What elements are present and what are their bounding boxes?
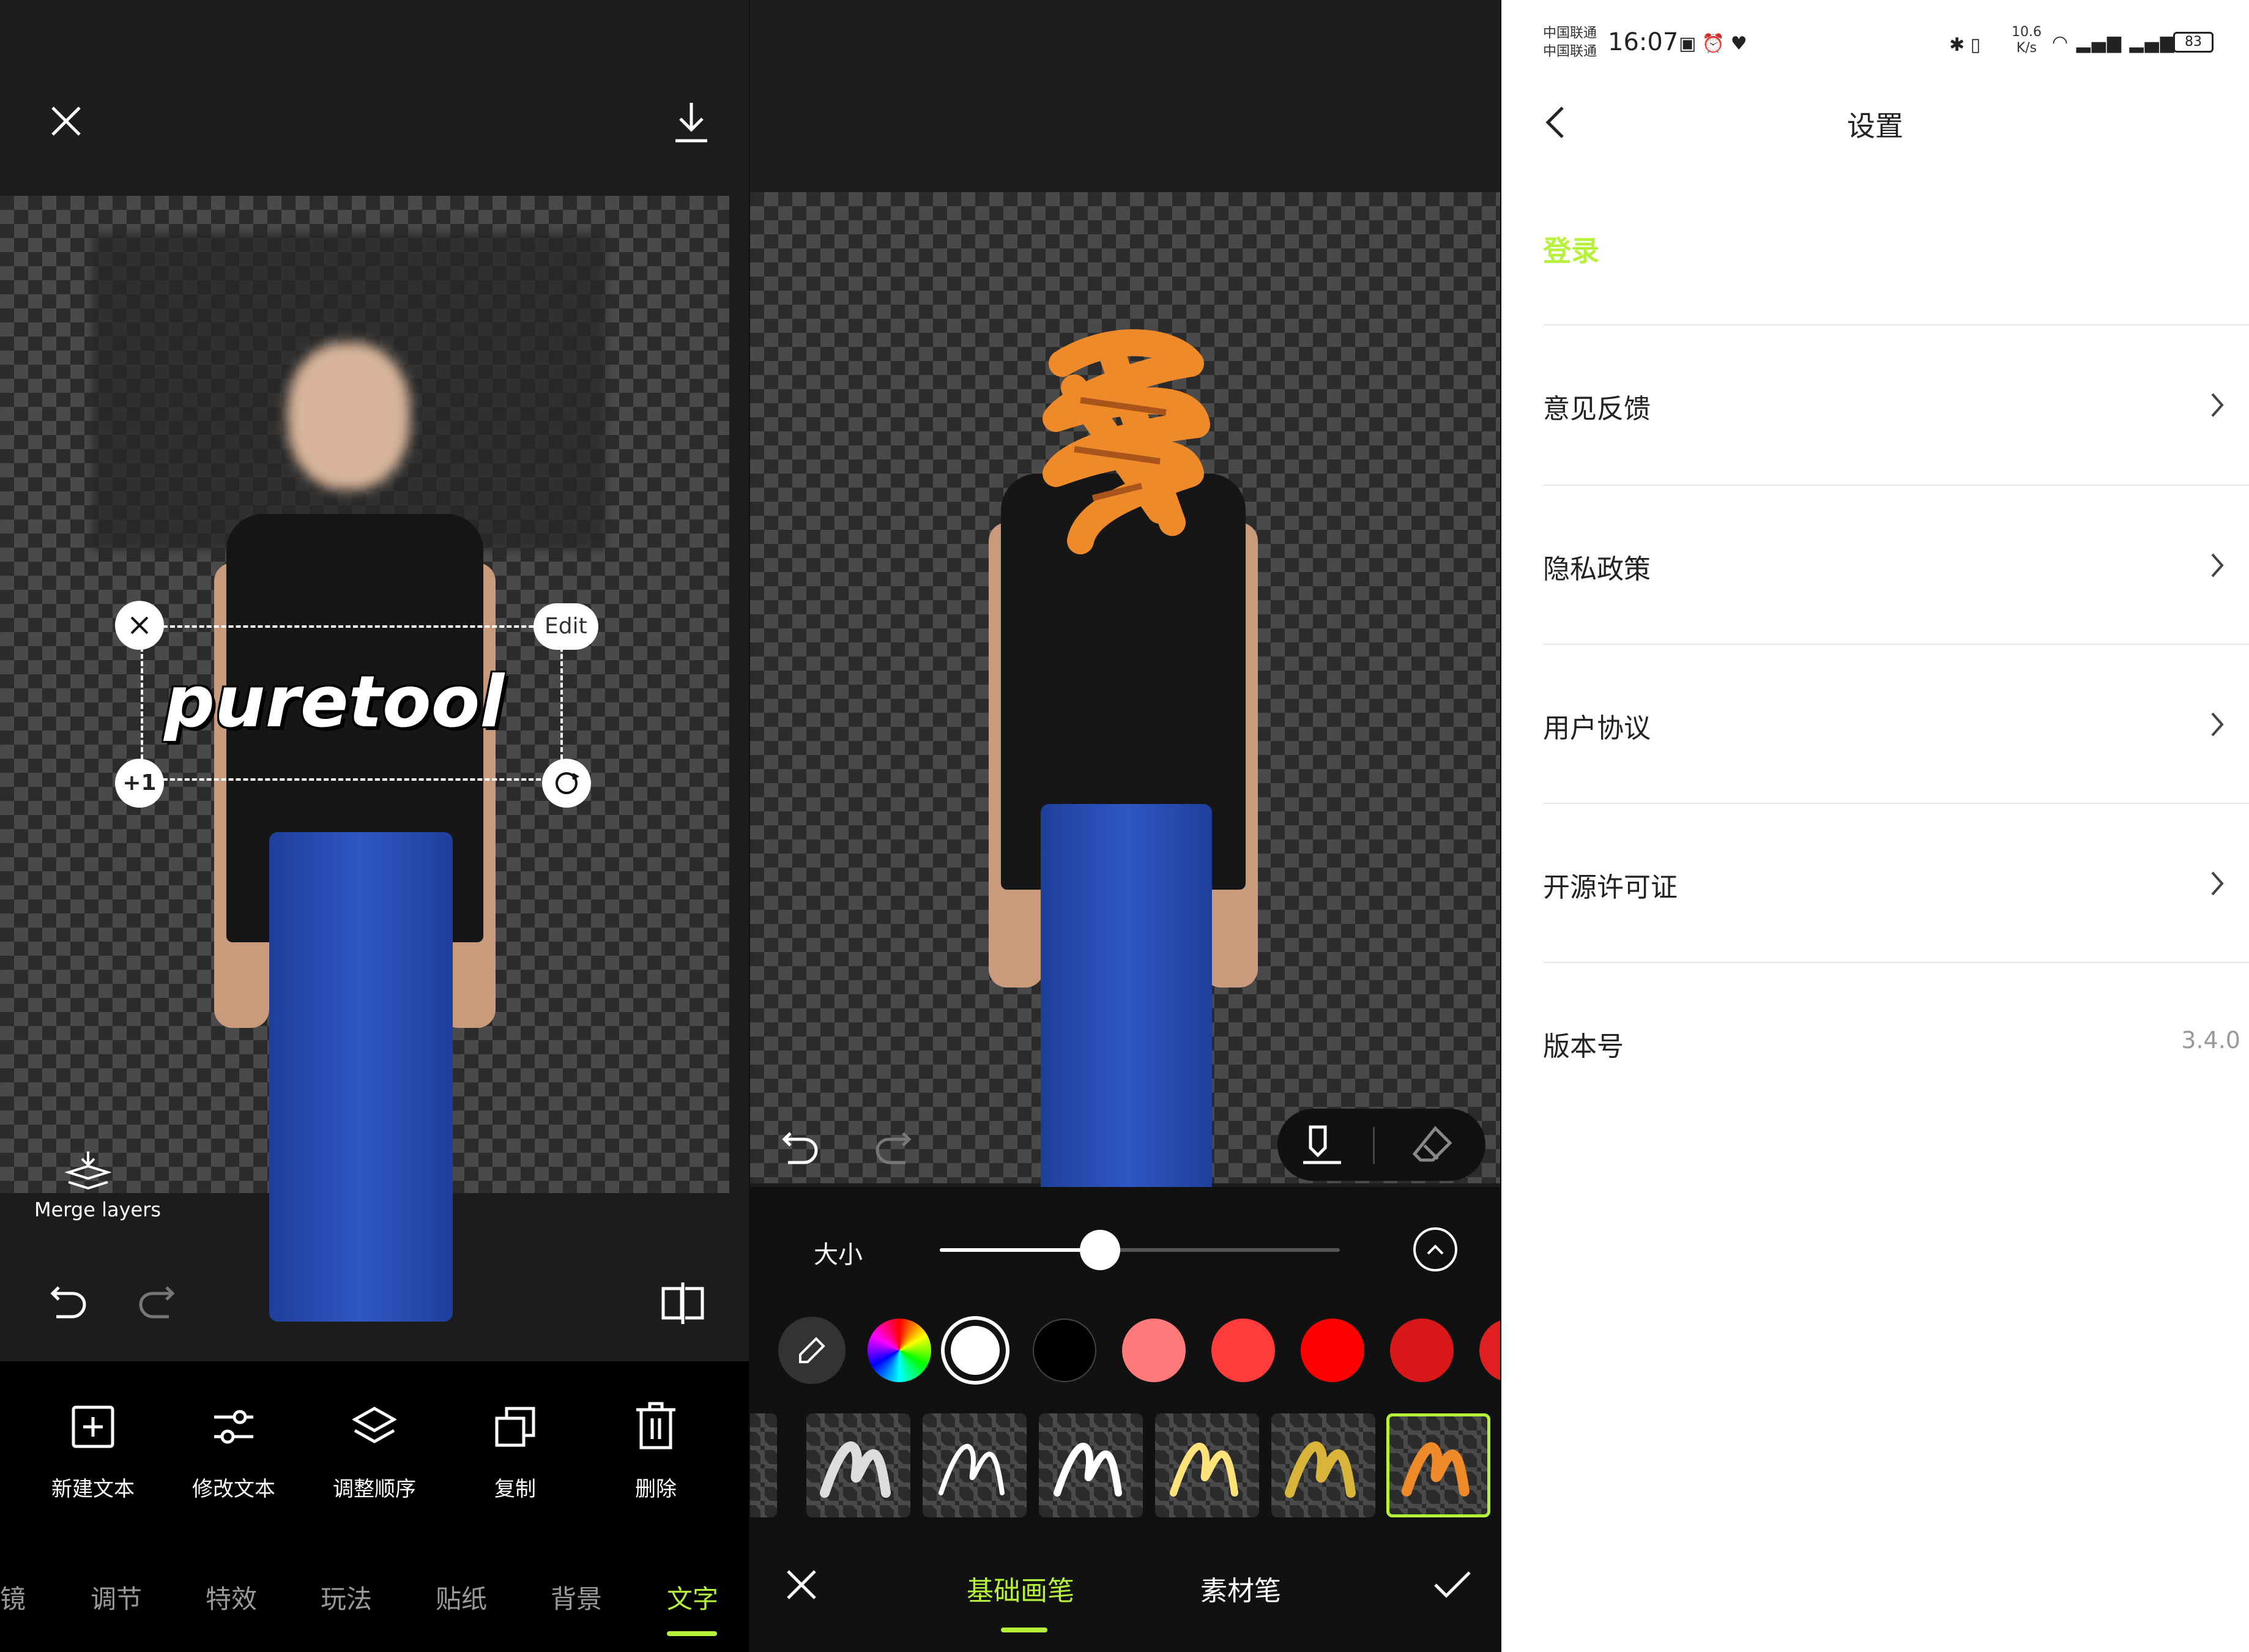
item-label: 用户协议 (1543, 713, 1651, 744)
tool-label-new-text: 新建文本 (51, 1477, 135, 1501)
brush-panel: 大小 基础画笔 素材笔 (750, 0, 1500, 1652)
settings-item-licenses[interactable]: 开源许可证 (1501, 804, 2249, 963)
duplicate-handle[interactable]: +1 (115, 759, 164, 808)
redo-icon[interactable] (138, 1285, 175, 1319)
version-label: 版本号 (1543, 1031, 1624, 1062)
tool-label-delete: 删除 (635, 1477, 677, 1501)
canvas[interactable] (750, 192, 1500, 1306)
color-swatch-dark-red[interactable] (1390, 1319, 1454, 1382)
merge-layers-icon[interactable] (65, 1150, 111, 1193)
tab-text[interactable]: 文字 (667, 1579, 718, 1616)
status-notification-icons: ▣ ⏰ ♥ (1679, 33, 1747, 54)
canvas-text[interactable]: puretool (164, 661, 504, 743)
item-label: 开源许可证 (1543, 872, 1678, 903)
item-label: 隐私政策 (1543, 554, 1651, 585)
tab-stickers[interactable]: 贴纸 (436, 1579, 487, 1616)
status-carriers: 中国联通 中国联通 (1543, 24, 1597, 61)
brush-style-4[interactable] (1155, 1413, 1259, 1517)
merge-layers-label: Merge layers (34, 1198, 162, 1221)
remove-text-handle[interactable] (115, 601, 164, 650)
rotate-handle[interactable] (542, 759, 591, 808)
brush-style-6-selected[interactable] (1386, 1413, 1490, 1517)
login-link[interactable]: 登录 (1543, 229, 1599, 269)
tool-label-edit-text: 修改文本 (192, 1477, 275, 1501)
settings-item-agreement[interactable]: 用户协议 (1501, 645, 2249, 804)
color-swatch-red[interactable] (1301, 1319, 1364, 1382)
chevron-right-icon (2211, 871, 2224, 896)
tool-label-order: 调整顺序 (333, 1477, 416, 1501)
brush-scribble (1043, 329, 1210, 554)
chevron-right-icon (2211, 712, 2224, 737)
color-swatch-pink[interactable] (1122, 1319, 1186, 1382)
rotate-icon (556, 772, 580, 794)
battery-icon: 83 (2173, 32, 2214, 53)
confirm-icon[interactable] (1433, 1568, 1472, 1602)
trash-icon[interactable] (634, 1401, 678, 1450)
tab-filter[interactable]: 镜 (0, 1579, 26, 1616)
color-swatch-white-selected[interactable] (945, 1320, 1006, 1381)
size-label: 大小 (814, 1241, 863, 1269)
tab-effects[interactable]: 特效 (206, 1579, 257, 1616)
cancel-icon[interactable] (784, 1568, 819, 1602)
speed-unit: K/s (2016, 40, 2037, 56)
status-time: 16:07 (1608, 28, 1679, 56)
settings-item-feedback[interactable]: 意见反馈 (1501, 326, 2249, 485)
eyedropper-icon (799, 1337, 825, 1363)
close-icon[interactable] (49, 104, 83, 138)
settings-item-version: 版本号 3.4.0 (1501, 963, 2249, 1122)
eraser-icon[interactable] (1411, 1123, 1454, 1166)
brush-style-3[interactable] (1039, 1413, 1143, 1517)
add-text-icon[interactable] (71, 1405, 115, 1449)
redo-icon[interactable] (875, 1131, 912, 1165)
page-title: 设置 (1847, 110, 1903, 143)
color-picker-rainbow[interactable] (868, 1319, 931, 1382)
carrier-1: 中国联通 (1543, 26, 1597, 41)
layers-icon[interactable] (352, 1405, 396, 1449)
toggle-divider (1373, 1127, 1375, 1164)
carrier-2: 中国联通 (1543, 44, 1597, 59)
brush-style-0[interactable] (750, 1413, 777, 1517)
settings-item-privacy[interactable]: 隐私政策 (1501, 486, 2249, 645)
settings-panel: 中国联通 中国联通 16:07 ▣ ⏰ ♥ ✱ ▯ 10.6 K/s ◠ ▂▄▆… (1501, 0, 2249, 1652)
brush-style-5[interactable] (1271, 1413, 1375, 1517)
color-swatch-black[interactable] (1033, 1319, 1096, 1382)
tab-material-brush[interactable]: 素材笔 (1200, 1569, 1281, 1608)
size-slider-fill (940, 1248, 1100, 1252)
active-tab-indicator (667, 1631, 717, 1636)
tool-label-copy: 复制 (494, 1477, 536, 1501)
text-editor-panel: puretool Edit +1 Merge layers 新建文本 修改文本 … (0, 0, 749, 1652)
signal-icons: ◠ ▂▄▆ ▂▄▆ (2052, 32, 2176, 53)
undo-icon[interactable] (782, 1131, 819, 1165)
active-mode-indicator (1001, 1628, 1047, 1632)
bluetooth-vibrate-icons: ✱ ▯ (1949, 34, 1981, 56)
chevron-up-icon (1427, 1245, 1444, 1255)
brush-icon[interactable] (1301, 1123, 1344, 1166)
brush-style-1[interactable] (806, 1413, 910, 1517)
network-speed: 10.6 K/s (2012, 24, 2042, 56)
copy-icon[interactable] (493, 1405, 537, 1449)
chevron-right-icon (2211, 393, 2224, 417)
version-value: 3.4.0 (2181, 1027, 2240, 1054)
brush-style-2[interactable] (923, 1413, 1027, 1517)
tab-background[interactable]: 背景 (551, 1579, 602, 1616)
size-slider-thumb[interactable] (1079, 1230, 1120, 1270)
speed-value: 10.6 (2012, 24, 2042, 40)
compare-icon[interactable] (661, 1281, 705, 1325)
undo-icon[interactable] (50, 1285, 87, 1319)
tab-play[interactable]: 玩法 (321, 1579, 372, 1616)
expand-button[interactable] (1413, 1227, 1457, 1271)
download-icon[interactable] (673, 102, 710, 143)
eyedropper-button[interactable] (778, 1317, 846, 1384)
color-swatch-light-red[interactable] (1211, 1319, 1275, 1382)
chevron-right-icon (2211, 553, 2224, 578)
close-icon (130, 616, 149, 634)
edit-handle[interactable]: Edit (533, 603, 598, 650)
tab-basic-brush[interactable]: 基础画笔 (967, 1569, 1074, 1608)
item-label: 意见反馈 (1543, 393, 1651, 425)
tab-adjust[interactable]: 调节 (91, 1579, 142, 1616)
sliders-icon[interactable] (212, 1405, 256, 1449)
